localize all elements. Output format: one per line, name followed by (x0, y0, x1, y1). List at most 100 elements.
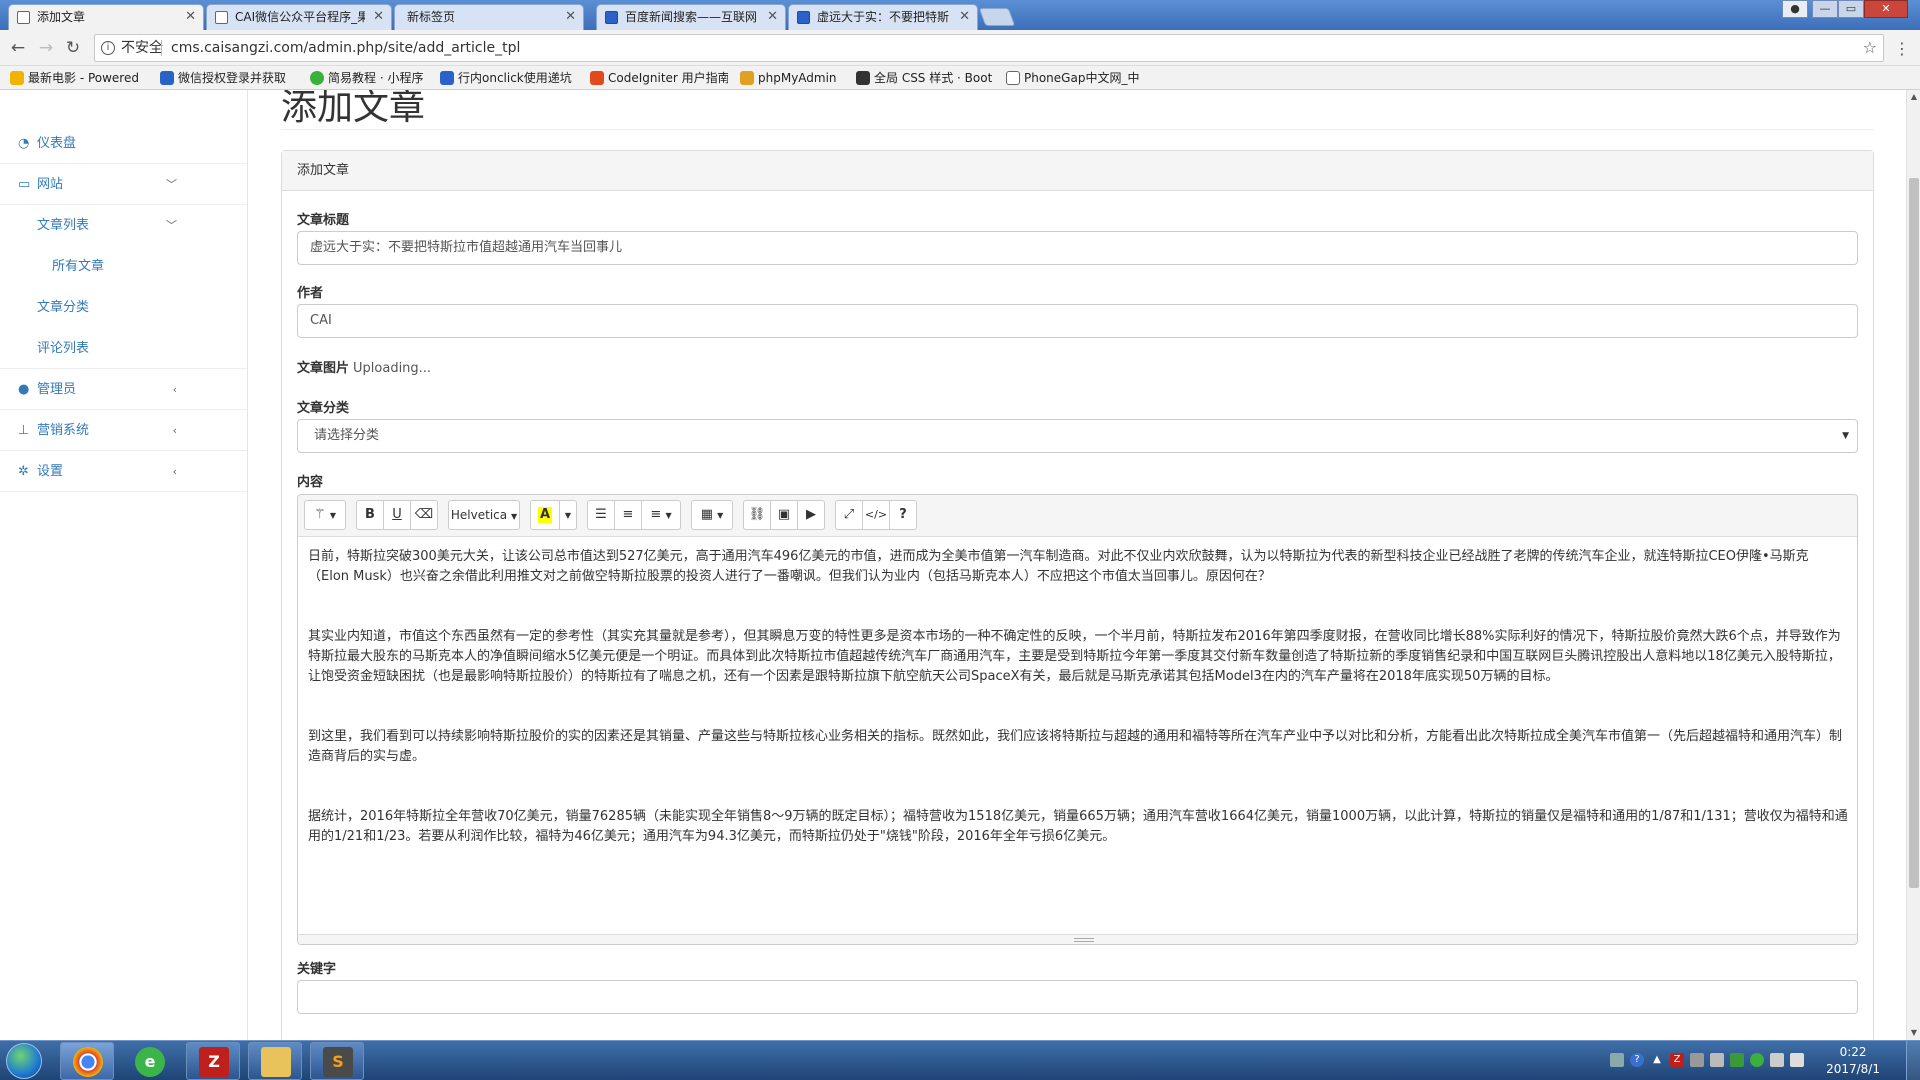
close-tab-icon[interactable]: ✕ (959, 5, 970, 29)
user-icon[interactable]: ● (1782, 0, 1808, 18)
style-dropdown-button[interactable]: ⚚ ▼ (304, 500, 346, 530)
browser-tab-strip: 添加文章 ✕ CAI微信公众平台程序_果 ✕ 新标签页 ✕ 百度新闻搜索——互联… (0, 0, 1920, 30)
bookmark-item[interactable]: phpMyAdmin (740, 69, 852, 87)
insert-video-button[interactable]: ▶ (797, 500, 825, 530)
unordered-list-button[interactable]: ☰ (587, 500, 615, 530)
tab-add-article[interactable]: 添加文章 ✕ (8, 4, 204, 30)
taskbar-clock[interactable]: 0:22 2017/8/1 (1826, 1044, 1880, 1078)
bookmark-item[interactable]: 简易教程 · 小程序 (310, 69, 430, 87)
sidebar-item-admins[interactable]: ● 管理员 ‹ (0, 369, 247, 410)
page-scrollbar[interactable]: ▲ ▼ (1906, 90, 1920, 1040)
taskbar-explorer[interactable] (248, 1042, 302, 1080)
back-icon[interactable]: ← (8, 38, 28, 58)
scroll-down-icon[interactable]: ▼ (1907, 1026, 1920, 1040)
content-paragraph: 其实业内知道，市值这个东西虽然有一定的参考性（其实充其量就是参考），但其瞬息万变… (308, 629, 1841, 684)
tab-new-tab[interactable]: 新标签页 ✕ (394, 4, 584, 30)
sidebar-item-website[interactable]: ▭ 网站 ﹀ (0, 164, 247, 205)
highlight-color-button[interactable]: A (530, 500, 560, 530)
filezilla-icon: Z (199, 1047, 229, 1077)
sidebar-item-label: 文章分类 (37, 300, 90, 315)
bookmark-item[interactable]: PhoneGap中文网_中 (1006, 69, 1146, 87)
content-paragraph: 日前，特斯拉突破300美元大关，让该公司总市值达到527亿美元，高于通用汽车49… (308, 549, 1809, 584)
close-window-button[interactable]: ✕ (1864, 0, 1908, 18)
close-tab-icon[interactable]: ✕ (767, 5, 778, 29)
bookmark-favicon (740, 71, 754, 85)
chevron-down-icon: ﹀ (166, 219, 177, 232)
scrollbar-thumb[interactable] (1909, 178, 1919, 888)
keywords-input[interactable] (297, 980, 1858, 1014)
tab-tesla-article[interactable]: 虚远大于实：不要把特斯 ✕ (788, 4, 978, 30)
new-tab-button[interactable] (978, 8, 1016, 26)
bookmark-item[interactable]: 微信授权登录并获取 (160, 69, 296, 87)
forward-icon[interactable]: → (36, 38, 56, 58)
tool-tray-icon[interactable] (1710, 1053, 1724, 1067)
caret-down-icon: ▼ (510, 512, 518, 521)
system-tray: ? ▲ Z 0:22 2017/8/1 (1590, 1041, 1920, 1080)
taskbar-chrome[interactable] (60, 1042, 114, 1080)
editor-content-area[interactable]: 日前，特斯拉突破300美元大关，让该公司总市值达到527亿美元，高于通用汽车49… (298, 537, 1857, 935)
volume-tray-icon[interactable] (1690, 1053, 1704, 1067)
reload-icon[interactable]: ↻ (63, 38, 83, 58)
taskbar-filezilla[interactable]: Z (186, 1042, 240, 1080)
close-tab-icon[interactable]: ✕ (565, 5, 576, 29)
ordered-list-button[interactable]: ≡ (614, 500, 642, 530)
bookmark-star-icon[interactable]: ☆ (1863, 35, 1877, 61)
sidebar-item-marketing[interactable]: ⊥ 营销系统 ‹ (0, 410, 247, 451)
gear-icon: ✲ (18, 464, 29, 479)
rich-text-editor: ⚚ ▼ B U ⌫ Helvetica ▼ A ▼ ☰ ≡ ≡ ▼ ▦ ▼ ⛓ … (297, 494, 1858, 945)
sidebar-item-all-articles[interactable]: 所有文章 (0, 246, 247, 287)
tab-title: 虚远大于实：不要把特斯 (817, 10, 950, 24)
tab-cai-wechat[interactable]: CAI微信公众平台程序_果 ✕ (206, 4, 392, 30)
start-button[interactable] (6, 1043, 42, 1079)
bookmark-item[interactable]: 行内onclick使用递坑 (440, 69, 578, 87)
clock-date: 2017/8/1 (1826, 1062, 1880, 1076)
close-tab-icon[interactable]: ✕ (185, 5, 196, 29)
minimize-button[interactable]: — (1812, 0, 1838, 18)
bookmark-label: phpMyAdmin (758, 71, 837, 85)
bookmark-item[interactable]: 最新电影 - Powered (10, 69, 146, 87)
bold-button[interactable]: B (356, 500, 384, 530)
paragraph-align-dropdown[interactable]: ≡ ▼ (641, 500, 681, 530)
editor-resize-handle[interactable] (298, 934, 1857, 944)
info-icon[interactable]: i (101, 41, 115, 55)
bookmark-item[interactable]: CodeIgniter 用户指南 (590, 69, 728, 87)
browser-menu-icon[interactable]: ⋮ (1894, 39, 1910, 58)
help-button[interactable]: ? (889, 500, 917, 530)
maximize-button[interactable]: ▭ (1838, 0, 1864, 18)
underline-button[interactable]: U (383, 500, 411, 530)
keyboard-icon[interactable] (1610, 1053, 1624, 1067)
close-tab-icon[interactable]: ✕ (373, 5, 384, 29)
color-dropdown-button[interactable]: ▼ (559, 500, 577, 530)
sidebar-item-dashboard[interactable]: ◔ 仪表盘 (0, 123, 247, 164)
font-family-dropdown[interactable]: Helvetica ▼ (448, 500, 520, 530)
network-icon[interactable] (1770, 1053, 1784, 1067)
bookmark-item[interactable]: 全局 CSS 样式 · Boot (856, 69, 992, 87)
insert-link-button[interactable]: ⛓ (743, 500, 771, 530)
tab-title: 新标签页 (407, 10, 456, 24)
sidebar-item-article-list[interactable]: 文章列表 ﹀ (0, 205, 247, 246)
category-select[interactable]: 请选择分类 ▼ (297, 419, 1858, 453)
table-dropdown-button[interactable]: ▦ ▼ (691, 500, 733, 530)
sidebar-item-comments[interactable]: 评论列表 (0, 328, 247, 369)
title-input[interactable]: 虚远大于实：不要把特斯拉市值超越通用汽车当回事儿 (297, 231, 1858, 265)
filezilla-tray-icon[interactable]: Z (1670, 1053, 1684, 1067)
shield-icon[interactable] (1730, 1053, 1744, 1067)
author-input[interactable]: CAI (297, 304, 1858, 338)
wechat-tray-icon[interactable] (1750, 1053, 1764, 1067)
show-desktop-button[interactable] (1906, 1041, 1920, 1080)
up-arrow-icon[interactable]: ▲ (1650, 1053, 1664, 1067)
fullscreen-button[interactable]: ⤢ (835, 500, 863, 530)
insert-image-button[interactable]: ▣ (770, 500, 798, 530)
align-left-icon: ≡ (650, 507, 662, 522)
code-view-button[interactable]: </> (862, 500, 890, 530)
taskbar-ie[interactable]: e (122, 1042, 176, 1080)
sidebar-item-article-categories[interactable]: 文章分类 (0, 287, 247, 328)
scroll-up-icon[interactable]: ▲ (1907, 90, 1920, 104)
tab-baidu-news[interactable]: 百度新闻搜索——互联网 ✕ (596, 4, 786, 30)
taskbar-sublime[interactable]: S (310, 1042, 364, 1080)
clear-format-button[interactable]: ⌫ (410, 500, 438, 530)
sidebar-item-settings[interactable]: ✲ 设置 ‹ (0, 451, 247, 492)
speaker-icon[interactable] (1790, 1053, 1804, 1067)
help-circle-icon[interactable]: ? (1630, 1053, 1644, 1067)
url-input[interactable]: i 不安全 cms.caisangzi.com/admin.php/site/a… (94, 34, 1884, 62)
